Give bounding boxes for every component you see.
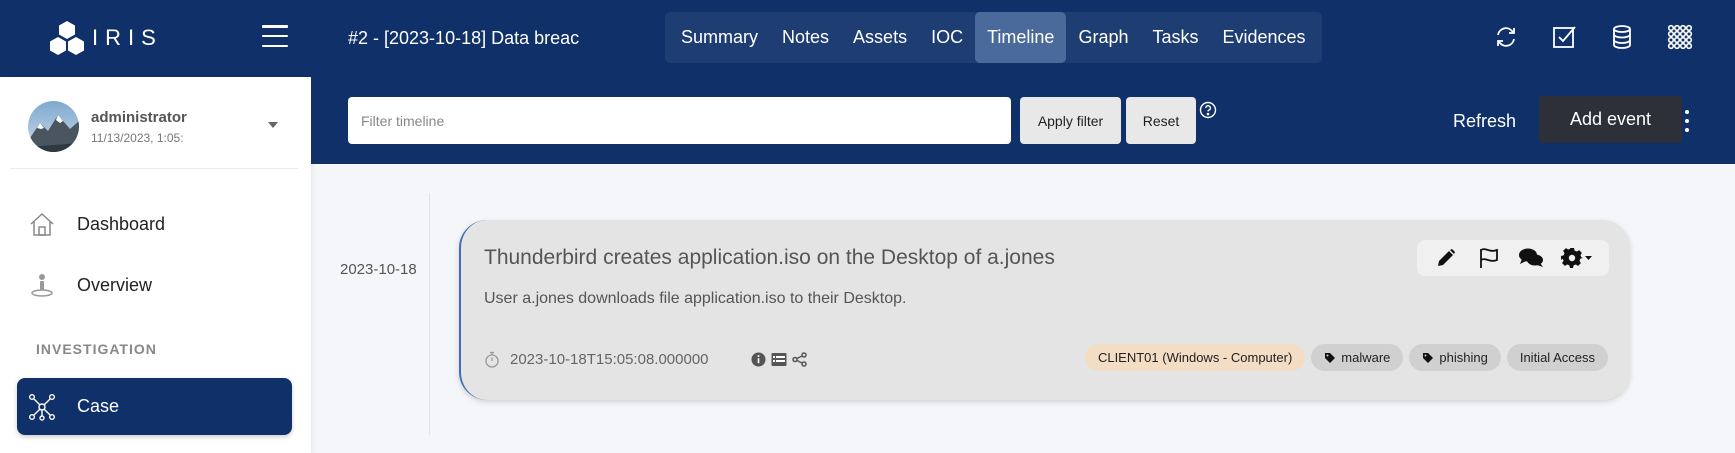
iris-logo[interactable]: IRIS: [50, 20, 163, 56]
event-meta-icons: [751, 352, 807, 367]
tag-phishing[interactable]: phishing: [1409, 344, 1501, 371]
event-title: Thunderbird creates application.iso on t…: [484, 246, 1055, 269]
tag-label: phishing: [1439, 350, 1488, 365]
sidebar-item-dashboard[interactable]: Dashboard: [28, 210, 165, 238]
add-event-button[interactable]: Add event: [1539, 96, 1682, 143]
apps-grid-icon[interactable]: [1665, 22, 1695, 52]
tab-ioc[interactable]: IOC: [919, 12, 975, 63]
tab-notes[interactable]: Notes: [770, 12, 841, 63]
user-panel[interactable]: administrator 11/13/2023, 1:05:: [28, 101, 187, 152]
sidebar-item-label: Dashboard: [77, 213, 166, 234]
user-name: administrator: [91, 108, 187, 126]
tag-icon: [1325, 352, 1336, 363]
sidebar-item-label: Case: [77, 396, 120, 416]
asset-tag[interactable]: CLIENT01 (Windows - Computer): [1084, 344, 1306, 371]
divider: [10, 168, 298, 169]
info-circle-icon[interactable]: [751, 352, 766, 367]
chevron-down-icon[interactable]: [268, 122, 278, 128]
kebab-dot: [1685, 128, 1689, 132]
sync-icon[interactable]: [1491, 22, 1521, 52]
task-check-icon[interactable]: [1549, 22, 1579, 52]
help-icon[interactable]: [1199, 101, 1217, 119]
top-navbar: IRIS #2 - [2023-10-18] Data breac Summar…: [0, 0, 1735, 77]
tab-graph[interactable]: Graph: [1066, 12, 1140, 63]
top-right-actions: [1491, 22, 1695, 52]
refresh-button[interactable]: Refresh: [1453, 111, 1516, 132]
hexagon-logo-icon: [50, 21, 84, 55]
case-title: #2 - [2023-10-18] Data breac: [348, 28, 580, 48]
tab-timeline[interactable]: Timeline: [975, 12, 1067, 63]
reset-button[interactable]: Reset: [1126, 97, 1196, 144]
category-tag[interactable]: Initial Access: [1506, 344, 1608, 371]
timeline-toolbar: Apply filter Reset Refresh Add event: [311, 77, 1735, 164]
event-description: User a.jones downloads file application.…: [484, 290, 907, 307]
hamburger-line: [262, 25, 288, 28]
settings-gear-icon[interactable]: [1559, 243, 1595, 273]
case-tabs: Summary Notes Assets IOC Timeline Graph …: [665, 12, 1322, 63]
event-timestamp-value: 2023-10-18T15:05:08.000000: [510, 351, 709, 368]
tag-malware[interactable]: malware: [1311, 344, 1404, 371]
event-tags: CLIENT01 (Windows - Computer) malware ph…: [1084, 344, 1608, 371]
stopwatch-icon: [485, 351, 499, 368]
event-actions: [1417, 240, 1609, 276]
apply-filter-button[interactable]: Apply filter: [1020, 97, 1121, 144]
app-name: IRIS: [92, 25, 163, 50]
sidebar-section-heading: INVESTIGATION: [36, 341, 157, 357]
hamburger-line: [262, 44, 288, 47]
tab-assets[interactable]: Assets: [841, 12, 919, 63]
filter-timeline-input[interactable]: [348, 97, 1011, 144]
tab-summary[interactable]: Summary: [669, 12, 770, 63]
edit-pencil-icon[interactable]: [1431, 243, 1461, 273]
tag-label: malware: [1341, 350, 1391, 365]
menu-toggle-button[interactable]: [262, 25, 288, 47]
case-network-icon: [28, 393, 56, 421]
avatar: [28, 101, 79, 152]
kebab-dot: [1685, 110, 1689, 114]
timeline-date: 2023-10-18: [340, 261, 417, 278]
sidebar-item-case[interactable]: Case: [17, 378, 292, 435]
tag-icon: [1423, 352, 1434, 363]
more-options-icon[interactable]: [1677, 110, 1697, 132]
tab-evidences[interactable]: Evidences: [1211, 12, 1318, 63]
sidebar: administrator 11/13/2023, 1:05: Dashboar…: [0, 77, 311, 453]
sidebar-item-overview[interactable]: Overview: [28, 271, 152, 299]
home-icon: [28, 210, 56, 238]
hamburger-line: [262, 34, 288, 38]
share-nodes-icon[interactable]: [792, 352, 807, 367]
comments-icon[interactable]: [1516, 243, 1546, 273]
flag-icon[interactable]: [1474, 243, 1504, 273]
sidebar-item-label: Overview: [77, 274, 153, 295]
timeline-axis: [429, 193, 430, 435]
overview-icon: [28, 271, 56, 299]
asset-table-icon[interactable]: [771, 352, 787, 367]
event-timestamp: 2023-10-18T15:05:08.000000: [484, 351, 709, 368]
kebab-dot: [1685, 119, 1689, 123]
timeline-event-card[interactable]: Thunderbird creates application.iso on t…: [459, 220, 1630, 400]
database-icon[interactable]: [1607, 22, 1637, 52]
tab-tasks[interactable]: Tasks: [1140, 12, 1210, 63]
user-last-login: 11/13/2023, 1:05:: [91, 130, 184, 145]
